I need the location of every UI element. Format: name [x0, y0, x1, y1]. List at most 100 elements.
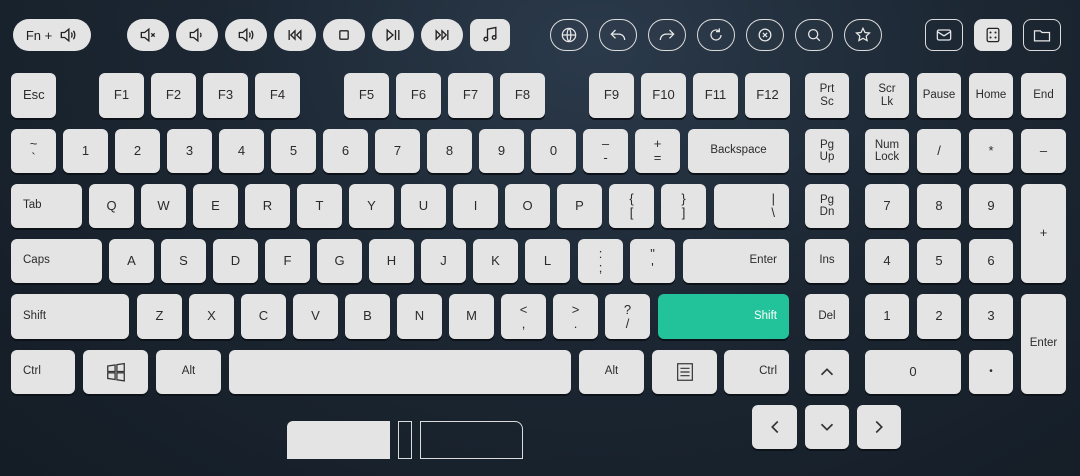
key-f[interactable]: F: [265, 239, 310, 283]
key-semicolon[interactable]: :;: [578, 239, 623, 283]
key-shift-left[interactable]: Shift: [11, 294, 129, 339]
key-page-up[interactable]: Pg Up: [805, 129, 849, 173]
key-b[interactable]: B: [345, 294, 390, 339]
key-5[interactable]: 5: [271, 129, 316, 173]
key-numpad-multiply[interactable]: *: [969, 129, 1013, 173]
key-c[interactable]: C: [241, 294, 286, 339]
key-plus[interactable]: + =: [635, 129, 680, 173]
browser-stop-button[interactable]: [746, 19, 784, 51]
key-home[interactable]: Home: [969, 73, 1013, 118]
key-q[interactable]: Q: [89, 184, 134, 228]
key-scroll-lock[interactable]: Scr Lk: [865, 73, 909, 118]
key-slash[interactable]: ? /: [605, 294, 650, 339]
web-home-button[interactable]: [550, 19, 588, 51]
key-f3[interactable]: F3: [203, 73, 248, 118]
key-s[interactable]: S: [161, 239, 206, 283]
key-a[interactable]: A: [109, 239, 154, 283]
fn-volume-button[interactable]: Fn +: [13, 19, 91, 51]
key-pause[interactable]: Pause: [917, 73, 961, 118]
next-track-button[interactable]: [421, 19, 463, 51]
key-f11[interactable]: F11: [693, 73, 738, 118]
key-3[interactable]: 3: [167, 129, 212, 173]
key-minus[interactable]: – -: [583, 129, 628, 173]
key-v[interactable]: V: [293, 294, 338, 339]
key-f2[interactable]: F2: [151, 73, 196, 118]
keyboard-mode-full-button[interactable]: [287, 421, 390, 459]
key-arrow-right[interactable]: [857, 405, 901, 449]
key-7[interactable]: 7: [375, 129, 420, 173]
key-i[interactable]: I: [453, 184, 498, 228]
key-tab[interactable]: Tab: [11, 184, 82, 228]
key-ctrl-right[interactable]: Ctrl: [724, 350, 789, 394]
key-numpad-8[interactable]: 8: [917, 184, 961, 228]
key-0[interactable]: 0: [531, 129, 576, 173]
key-numpad-4[interactable]: 4: [865, 239, 909, 283]
key-windows[interactable]: [83, 350, 148, 394]
key-backspace[interactable]: Backspace: [688, 129, 789, 173]
key-f1[interactable]: F1: [99, 73, 144, 118]
key-u[interactable]: U: [401, 184, 446, 228]
key-j[interactable]: J: [421, 239, 466, 283]
key-numpad-enter[interactable]: Enter: [1021, 294, 1066, 394]
volume-down-button[interactable]: [176, 19, 218, 51]
keyboard-mode-split-button[interactable]: [398, 421, 412, 459]
key-f9[interactable]: F9: [589, 73, 634, 118]
key-period[interactable]: >.: [553, 294, 598, 339]
key-shift-right[interactable]: Shift: [658, 294, 789, 339]
key-right-brace[interactable]: }]: [661, 184, 706, 228]
key-6[interactable]: 6: [323, 129, 368, 173]
key-numpad-3[interactable]: 3: [969, 294, 1013, 339]
calculator-button[interactable]: [974, 19, 1012, 51]
key-f10[interactable]: F10: [641, 73, 686, 118]
browser-search-button[interactable]: [795, 19, 833, 51]
mail-button[interactable]: [925, 19, 963, 51]
key-x[interactable]: X: [189, 294, 234, 339]
mute-button[interactable]: [127, 19, 169, 51]
key-y[interactable]: Y: [349, 184, 394, 228]
previous-track-button[interactable]: [274, 19, 316, 51]
browser-refresh-button[interactable]: [697, 19, 735, 51]
key-9[interactable]: 9: [479, 129, 524, 173]
key-quote[interactable]: " ': [630, 239, 675, 283]
key-f8[interactable]: F8: [500, 73, 545, 118]
key-f7[interactable]: F7: [448, 73, 493, 118]
key-w[interactable]: W: [141, 184, 186, 228]
key-alt-left[interactable]: Alt: [156, 350, 221, 394]
key-numpad-add[interactable]: +: [1021, 184, 1066, 283]
key-esc[interactable]: Esc: [11, 73, 56, 118]
key-h[interactable]: H: [369, 239, 414, 283]
key-8[interactable]: 8: [427, 129, 472, 173]
key-l[interactable]: L: [525, 239, 570, 283]
key-f6[interactable]: F6: [396, 73, 441, 118]
key-4[interactable]: 4: [219, 129, 264, 173]
explorer-button[interactable]: [1023, 19, 1061, 51]
key-delete[interactable]: Del: [805, 294, 849, 339]
key-page-down[interactable]: Pg Dn: [805, 184, 849, 228]
browser-favorites-button[interactable]: [844, 19, 882, 51]
key-end[interactable]: End: [1021, 73, 1066, 118]
key-arrow-down[interactable]: [805, 405, 849, 449]
key-space[interactable]: [229, 350, 571, 394]
key-caps-lock[interactable]: Caps: [11, 239, 102, 283]
key-p[interactable]: P: [557, 184, 602, 228]
key-n[interactable]: N: [397, 294, 442, 339]
key-e[interactable]: E: [193, 184, 238, 228]
key-f12[interactable]: F12: [745, 73, 790, 118]
key-ctrl-left[interactable]: Ctrl: [11, 350, 75, 394]
key-enter[interactable]: Enter: [683, 239, 789, 283]
key-numpad-decimal[interactable]: •: [969, 350, 1013, 394]
key-numpad-5[interactable]: 5: [917, 239, 961, 283]
key-numpad-subtract[interactable]: –: [1021, 129, 1066, 173]
key-arrow-up[interactable]: [805, 350, 849, 394]
key-g[interactable]: G: [317, 239, 362, 283]
key-2[interactable]: 2: [115, 129, 160, 173]
key-o[interactable]: O: [505, 184, 550, 228]
music-button[interactable]: [470, 19, 510, 51]
key-insert[interactable]: Ins: [805, 239, 849, 283]
key-numpad-2[interactable]: 2: [917, 294, 961, 339]
key-numpad-0[interactable]: 0: [865, 350, 961, 394]
stop-button[interactable]: [323, 19, 365, 51]
key-f4[interactable]: F4: [255, 73, 300, 118]
browser-back-button[interactable]: [599, 19, 637, 51]
key-k[interactable]: K: [473, 239, 518, 283]
